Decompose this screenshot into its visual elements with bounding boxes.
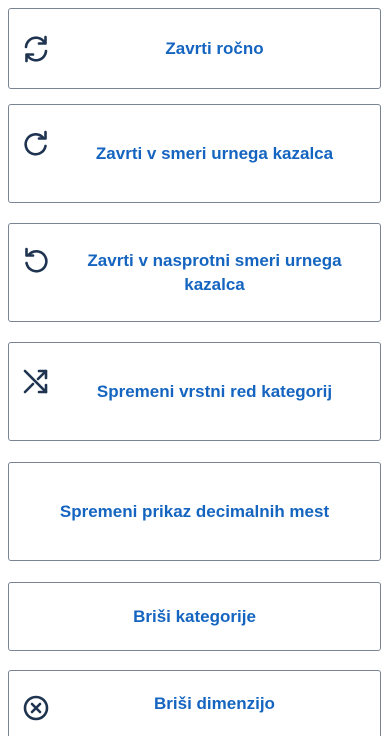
reorder-categories-label: Spremeni vrstni red kategorij	[96, 381, 333, 401]
delete-categories-button[interactable]: Briši kategorije	[8, 582, 381, 651]
rotate-clockwise-icon	[21, 129, 51, 159]
delete-dimension-label: Briši dimenzijo	[154, 693, 275, 713]
rotate-manual-button[interactable]: Zavrti ročno	[8, 8, 381, 89]
rotate-both-icon	[21, 34, 51, 64]
reorder-categories-button[interactable]: Spremeni vrstni red kategorij	[8, 342, 381, 441]
rotate-counterclockwise-button[interactable]: Zavrti v nasprotni smeri urnega kazalca	[8, 223, 381, 322]
action-menu: Zavrti ročno Zavrti v smeri urnega kazal…	[0, 0, 389, 736]
decimal-places-button[interactable]: Spremeni prikaz decimalnih mest	[8, 462, 381, 561]
rotate-clockwise-label: Zavrti v smeri urnega kazalca	[95, 143, 334, 163]
rotate-counterclockwise-icon	[21, 246, 51, 276]
rotate-clockwise-button[interactable]: Zavrti v smeri urnega kazalca	[8, 104, 381, 203]
close-circle-icon	[21, 693, 51, 723]
shuffle-icon	[21, 367, 51, 397]
rotate-manual-label: Zavrti ročno	[165, 38, 264, 58]
rotate-counterclockwise-label: Zavrti v nasprotni smeri urnega kazalca	[87, 250, 342, 294]
decimal-places-label: Spremeni prikaz decimalnih mest	[59, 501, 330, 521]
delete-dimension-button[interactable]: Briši dimenzijo	[8, 670, 381, 736]
delete-categories-label: Briši kategorije	[133, 606, 256, 626]
